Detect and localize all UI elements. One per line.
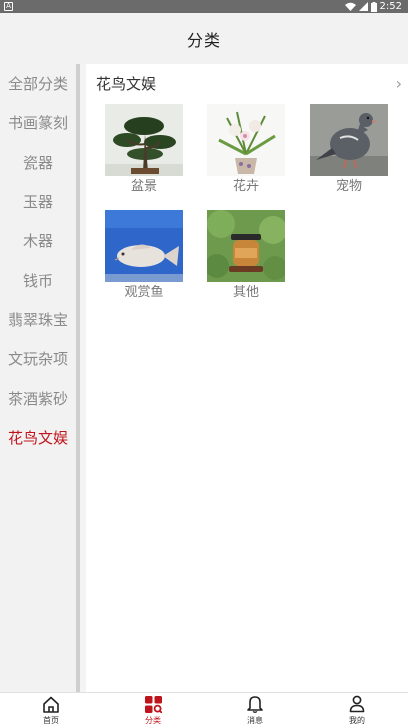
category-header[interactable]: 花鸟文娱 › [96,72,402,94]
flower-pot-image [207,104,285,176]
category-sidebar[interactable]: 全部分类 书画篆刻 瓷器 玉器 木器 钱币 翡翠珠宝 文玩杂项 茶酒紫砂 花鸟文… [0,64,80,692]
cricket-jar-image [207,210,285,282]
bell-icon [245,694,265,714]
subcategory-tile[interactable]: 盆景 [104,104,184,195]
subcategory-tile[interactable]: 宠物 [309,104,389,195]
subcategory-label: 其他 [232,285,259,300]
tab-label: 分类 [145,716,161,725]
pigeon-image [310,104,388,176]
wifi-icon [344,2,356,11]
sidebar-item-jade[interactable]: 玉器 [0,182,76,221]
user-icon [347,694,367,714]
tab-category[interactable]: 分类 [102,693,204,727]
page-title: 分类 [186,30,221,50]
sidebar-item-woodwork[interactable]: 木器 [0,221,76,260]
tab-profile[interactable]: 我的 [306,693,408,727]
sidebar-item-jewelry[interactable]: 翡翠珠宝 [0,300,76,339]
tab-label: 首页 [43,716,59,725]
subcategory-label: 盆景 [130,179,157,194]
tab-messages[interactable]: 消息 [204,693,306,727]
subcategory-tile[interactable]: 花卉 [206,104,286,195]
bonsai-image [105,104,183,176]
subcategory-tile[interactable]: 其他 [206,210,286,301]
sidebar-item-porcelain[interactable]: 瓷器 [0,143,76,182]
category-icon [143,694,163,714]
tab-home[interactable]: 首页 [0,693,102,727]
sidebar-item-tea-wine[interactable]: 茶酒紫砂 [0,378,76,417]
home-icon [41,694,61,714]
category-content: 花鸟文娱 › 盆景 花卉 宠物 观赏鱼 其他 [86,64,408,692]
tab-label: 消息 [247,716,263,725]
sidebar-item-curios[interactable]: 文玩杂项 [0,339,76,378]
signal-icon [358,2,368,11]
subcategory-tile[interactable]: 观赏鱼 [104,210,184,301]
sidebar-item-all[interactable]: 全部分类 [0,64,76,103]
sidebar-item-calligraphy[interactable]: 书画篆刻 [0,103,76,142]
category-title: 花鸟文娱 [96,74,157,93]
koi-fish-image [105,210,183,282]
app-notification-icon: A [4,2,13,11]
sidebar-item-flowers-birds[interactable]: 花鸟文娱 [0,418,76,457]
chevron-right-icon[interactable]: › [396,74,402,93]
tab-label: 我的 [349,716,365,725]
battery-icon [370,1,377,12]
subcategory-label: 观赏鱼 [124,285,164,300]
subcategory-label: 宠物 [335,179,362,194]
subcategory-label: 花卉 [232,179,259,194]
page-header: 分类 [0,13,408,64]
bottom-tab-bar: 首页 分类 消息 我的 [0,692,408,727]
sidebar-item-coins[interactable]: 钱币 [0,260,76,299]
clock: 2:52 [379,1,402,12]
status-bar: A 2:52 [0,0,408,13]
